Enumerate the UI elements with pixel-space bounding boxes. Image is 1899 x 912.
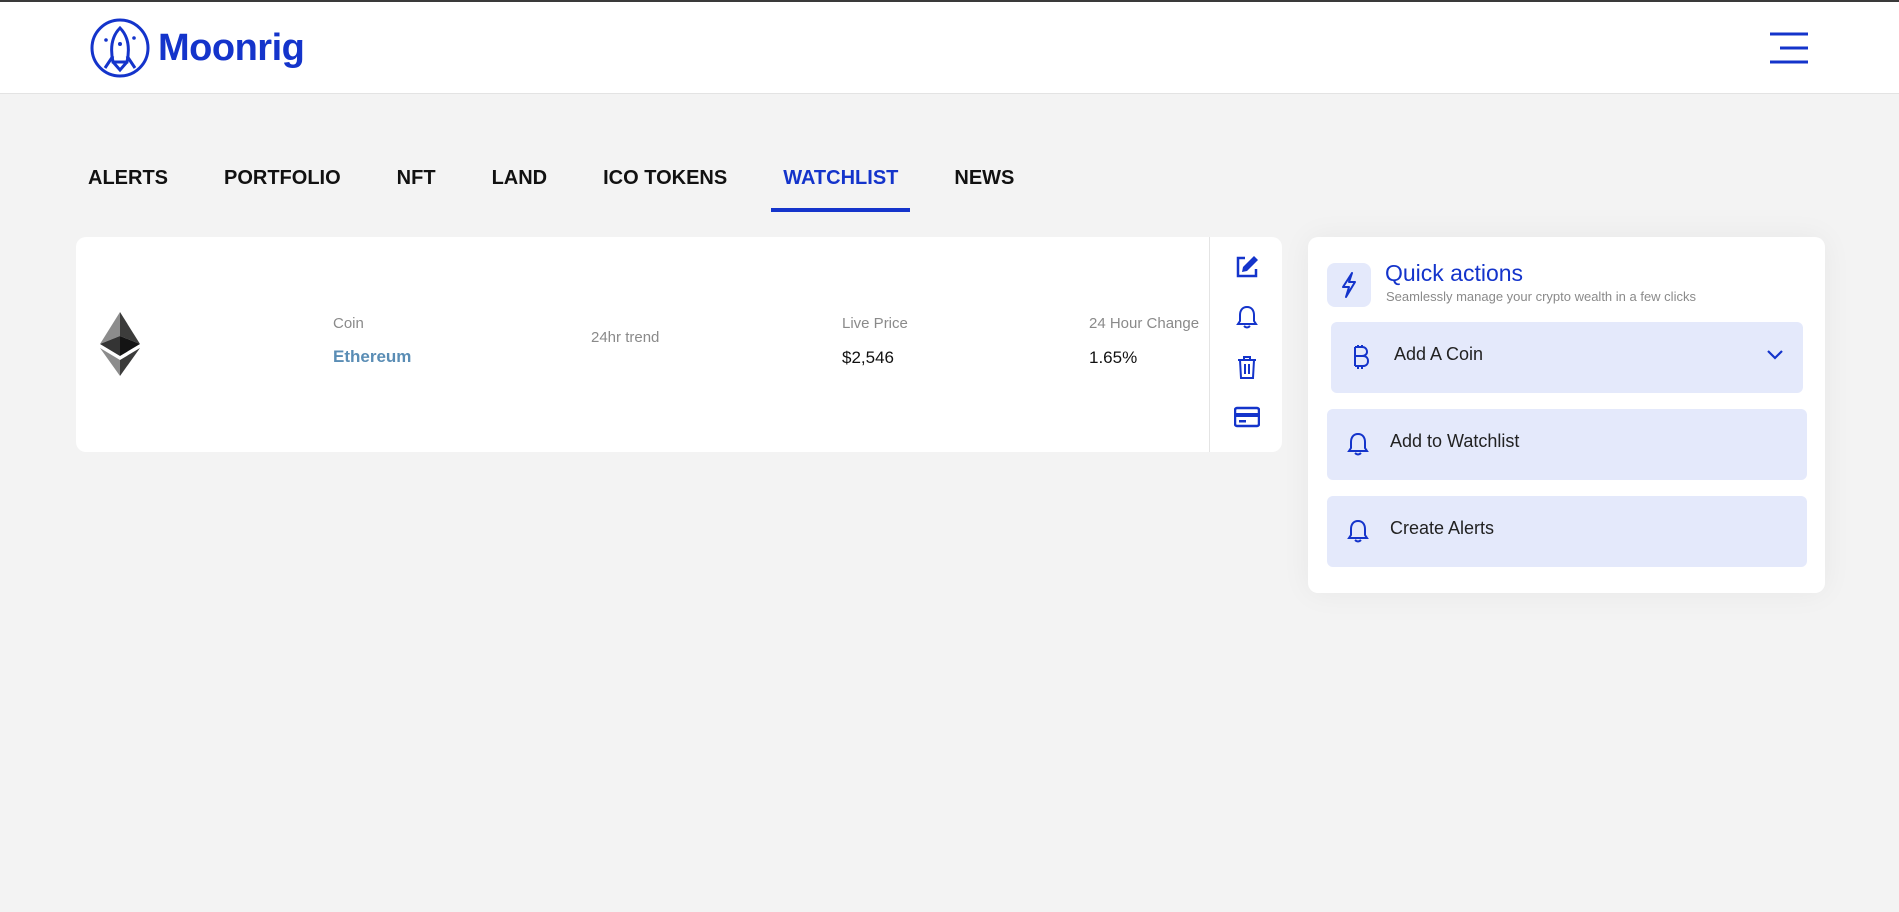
brand-name: Moonrig xyxy=(158,26,305,69)
price-column-label: Live Price xyxy=(842,315,908,332)
tab-watchlist[interactable]: WATCHLIST xyxy=(771,150,911,212)
tab-ico-tokens[interactable]: ICO TOKENS xyxy=(591,150,739,212)
trash-icon xyxy=(1238,356,1256,379)
change-column-label: 24 Hour Change xyxy=(1089,315,1200,332)
hamburger-menu-icon xyxy=(1770,32,1808,64)
quick-actions-icon-box xyxy=(1327,263,1371,307)
coin-column-label: Coin xyxy=(333,315,364,332)
change-value: 1.65% xyxy=(1089,348,1138,367)
tab-nft[interactable]: NFT xyxy=(385,150,448,212)
coin-card-button[interactable] xyxy=(1233,404,1261,430)
coin-actions-column xyxy=(1209,237,1283,452)
edit-coin-button[interactable] xyxy=(1234,254,1260,280)
brand-logo[interactable]: Moonrig xyxy=(90,18,305,78)
create-alerts-label: Create Alerts xyxy=(1390,518,1495,538)
live-price-value: $2,546 xyxy=(842,348,894,367)
watchlist-coin-card: Coin Ethereum 24hr trend Live Price $2,5… xyxy=(76,237,1282,452)
add-to-watchlist-button[interactable]: Add to Watchlist xyxy=(1327,409,1807,480)
quick-actions-panel: Quick actions Seamlessly manage your cry… xyxy=(1308,237,1825,593)
trend-column-label: 24hr trend xyxy=(591,329,660,346)
tab-alerts[interactable]: ALERTS xyxy=(76,150,180,212)
section-tabs: ALERTS PORTFOLIO NFT LAND ICO TOKENS WAT… xyxy=(76,150,1058,212)
coin-name[interactable]: Ethereum xyxy=(333,347,411,367)
create-alerts-button[interactable]: Create Alerts xyxy=(1327,496,1807,567)
ethereum-icon xyxy=(100,312,140,376)
bitcoin-icon xyxy=(1354,345,1370,369)
tab-portfolio[interactable]: PORTFOLIO xyxy=(212,150,353,212)
delete-coin-button[interactable] xyxy=(1234,354,1260,380)
chevron-down-icon xyxy=(1767,350,1783,360)
bell-icon xyxy=(1347,519,1369,543)
bell-icon xyxy=(1236,305,1258,329)
tab-news[interactable]: NEWS xyxy=(942,150,1026,212)
quick-actions-title: Quick actions xyxy=(1385,260,1524,286)
tab-land[interactable]: LAND xyxy=(480,150,560,212)
coin-alert-button[interactable] xyxy=(1234,304,1260,330)
moonrig-rocket-icon xyxy=(90,18,150,78)
edit-icon xyxy=(1236,256,1258,278)
hamburger-menu-button[interactable] xyxy=(1768,30,1812,66)
app-header: Moonrig xyxy=(0,2,1899,94)
quick-actions-subtitle: Seamlessly manage your crypto wealth in … xyxy=(1386,289,1696,304)
bell-icon xyxy=(1347,432,1369,456)
add-to-watchlist-label: Add to Watchlist xyxy=(1390,431,1520,451)
lightning-icon xyxy=(1342,272,1356,298)
card-icon xyxy=(1233,406,1261,428)
add-a-coin-dropdown[interactable]: Add A Coin xyxy=(1331,322,1803,393)
add-a-coin-label: Add A Coin xyxy=(1394,344,1484,364)
